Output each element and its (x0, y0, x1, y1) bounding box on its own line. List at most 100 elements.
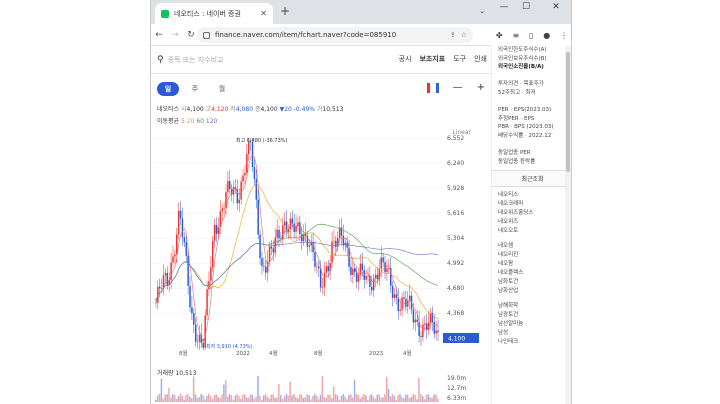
active-tab[interactable]: 네오티스 : 네이버 증권 ✕ (155, 3, 273, 24)
period-month[interactable]: 월 (211, 82, 233, 96)
scrollbar-thumb[interactable] (566, 52, 570, 172)
candle-body (393, 294, 396, 298)
recent-item[interactable]: 남성 (498, 329, 571, 338)
candle-body (359, 263, 362, 276)
volume-bar (287, 395, 290, 402)
tab-close-icon[interactable]: ✕ (260, 9, 267, 18)
volume-bar (278, 384, 280, 402)
recent-views-title[interactable]: 최근조회 (492, 170, 571, 188)
recent-item[interactable]: 나인테크 (498, 338, 571, 347)
volume-bar (281, 399, 284, 402)
volume-bar (194, 394, 197, 402)
recent-item[interactable]: 네오위즈 (498, 218, 571, 227)
candle-body (227, 181, 229, 193)
sidebar-icon[interactable]: ▯ (529, 31, 533, 40)
menu-disclosure[interactable]: 공시 (399, 54, 412, 64)
volume-bar (414, 395, 416, 402)
info-row: 추정PER · EPS (498, 115, 535, 122)
reading-list-icon[interactable]: ≡ (512, 31, 519, 40)
candle-body (265, 266, 267, 273)
zoom-in-icon[interactable]: + (477, 82, 485, 93)
candle-body (251, 141, 254, 168)
volume-bar (202, 395, 204, 402)
volume-bar (300, 394, 303, 402)
menu-indicators[interactable]: 보조지표 (419, 54, 445, 64)
moving-average-legend: 이동평균 5 20 60 120 (151, 116, 491, 126)
recent-item[interactable]: 네오티스 (498, 191, 571, 200)
recent-item[interactable]: 네오셈 (498, 242, 571, 251)
menu-tools[interactable]: 도구 (453, 54, 466, 64)
recent-item[interactable]: 네오플렉스 (498, 269, 571, 278)
recent-item[interactable]: 네오크레마 (498, 200, 571, 209)
volume-tick-3: 6.33m (447, 395, 466, 402)
candle-body (331, 241, 333, 263)
volume-bar (321, 376, 324, 402)
tab-search-icon[interactable]: ⌄ (471, 7, 493, 15)
candle-body (405, 298, 407, 307)
minimize-button[interactable]: — (493, 2, 515, 12)
maximize-button[interactable]: ☐ (515, 2, 537, 12)
volume-bar (251, 394, 254, 402)
extensions-icon[interactable]: ✤ (496, 31, 503, 40)
volume-bar (304, 397, 307, 402)
recent-item[interactable]: 남광토건 (498, 311, 571, 320)
info-row: 52주최고 · 최저 (498, 89, 536, 96)
compare-search[interactable]: ⚲ 종목 또는 지수비교 공시 보조지표 도구 인쇄 (151, 46, 491, 74)
candle-body (365, 275, 367, 280)
volume-bar (393, 395, 396, 402)
menu-print[interactable]: 인쇄 (474, 54, 487, 64)
volume-bar (391, 394, 394, 402)
volume-bar (314, 394, 316, 402)
volume-bar (342, 394, 344, 402)
recent-item[interactable]: 네오리진 (498, 251, 571, 260)
volume-bar (429, 397, 432, 402)
candle-body (204, 315, 206, 348)
ma-60: 60 (196, 118, 204, 125)
price-chart[interactable]: Linear 6,5526,2405,9285,6165,3044,9924,6… (151, 128, 491, 356)
candle-body (202, 342, 205, 348)
new-tab-button[interactable]: + (277, 4, 293, 18)
candle-body (244, 172, 246, 176)
candlestick-type-icon[interactable] (426, 82, 439, 93)
volume-bar (230, 395, 233, 402)
recent-item[interactable]: 네오위즈홀딩스 (498, 209, 571, 218)
period-day[interactable]: 일 (157, 82, 179, 96)
candle-body (210, 267, 212, 281)
forward-icon[interactable]: → (167, 30, 183, 40)
profile-avatar-icon[interactable]: ● (543, 31, 550, 40)
volume-bar (183, 399, 185, 402)
volume-tick-1: 19.0m (447, 375, 466, 382)
recent-item[interactable]: 네오팜 (498, 260, 571, 269)
candle-body (401, 297, 403, 310)
zoom-out-icon[interactable]: — (453, 82, 463, 93)
recent-item[interactable]: 네오오토 (498, 227, 571, 236)
candle-body (164, 272, 167, 276)
volume-tick-2: 12.7m (447, 385, 466, 392)
candle-body (399, 309, 401, 312)
address-bar[interactable]: finance.naver.com/item/fchart.naver?code… (197, 27, 473, 43)
close-value: 4,100 (260, 106, 278, 113)
share-icon[interactable]: ⇪ (450, 31, 456, 39)
close-window-button[interactable]: ✕ (545, 2, 567, 12)
candle-body (196, 341, 199, 343)
volume-chart[interactable]: 19.0m 12.7m 6.33m (151, 364, 491, 404)
stock-info-list: 외국인한도주식수(A) 외국인보유주식수(B) 외국인소진율(B/A) 투자의견 ·… (492, 46, 571, 166)
back-icon[interactable]: ← (151, 30, 167, 40)
candle-body (185, 242, 187, 256)
stock-name: 네오티스 (157, 106, 180, 113)
period-week[interactable]: 주 (184, 82, 206, 96)
x-tick-label: 2023 (369, 351, 383, 356)
recent-item[interactable]: 남선알미늄 (498, 320, 571, 329)
recent-item[interactable]: 남화토건 (498, 278, 571, 287)
candle-body (268, 246, 271, 262)
candle-body (323, 272, 326, 288)
recent-item[interactable]: 남화산업 (498, 287, 571, 296)
y-tick-label: 4,680 (447, 285, 464, 292)
volume-bar (357, 394, 360, 402)
menu-icon[interactable]: ⋮ (560, 31, 568, 40)
bookmark-star-icon[interactable]: ☆ (461, 31, 467, 39)
volume-bar (418, 377, 420, 402)
info-row: 외국인보유주식수(B) (498, 55, 547, 62)
moving-average-line-20 (155, 183, 439, 320)
recent-item[interactable]: 남해화학 (498, 302, 571, 311)
